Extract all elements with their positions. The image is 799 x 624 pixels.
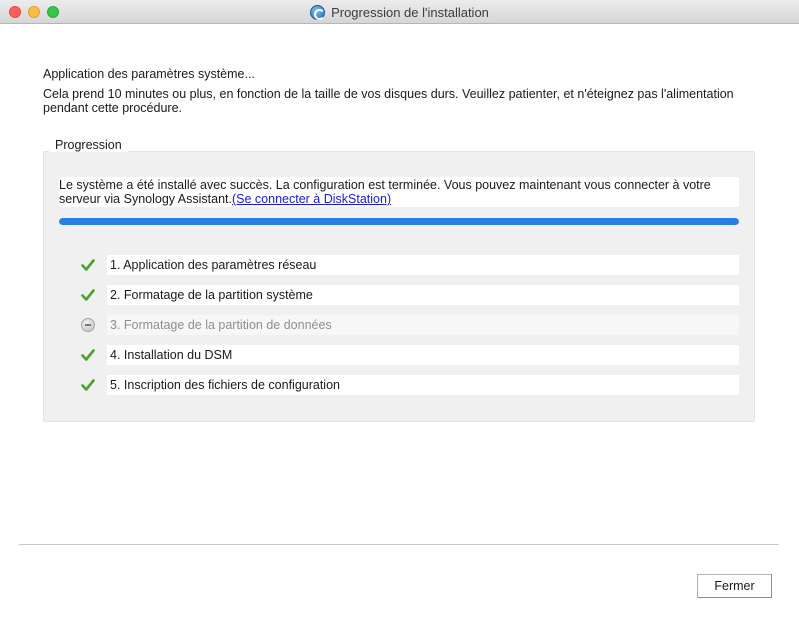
progress-bar (59, 218, 739, 225)
close-button[interactable]: Fermer (697, 574, 772, 598)
step-item: 4. Installation du DSM (79, 345, 739, 365)
progress-bar-fill (59, 218, 739, 225)
progress-group-label: Progression (49, 138, 128, 152)
status-description: Cela prend 10 minutes ou plus, en foncti… (43, 87, 734, 115)
window-title: Progression de l'installation (331, 4, 489, 20)
window-title-group: Progression de l'installation (0, 0, 799, 24)
check-icon (81, 349, 95, 361)
success-message: Le système a été installé avec succès. L… (59, 177, 739, 207)
step-label: 1. Application des paramètres réseau (107, 255, 739, 275)
skip-icon (81, 318, 95, 332)
title-bar: Progression de l'installation (0, 0, 799, 24)
step-item: 3. Formatage de la partition de données (79, 315, 739, 335)
check-icon (81, 259, 95, 271)
connect-diskstation-link[interactable]: (Se connecter à DiskStation) (232, 192, 391, 206)
synology-assistant-icon (310, 4, 326, 20)
step-item: 5. Inscription des fichiers de configura… (79, 375, 739, 395)
step-item: 1. Application des paramètres réseau (79, 255, 739, 275)
step-item: 2. Formatage de la partition système (79, 285, 739, 305)
footer-separator (19, 544, 779, 545)
check-icon (81, 379, 95, 391)
check-icon (81, 289, 95, 301)
step-label: 4. Installation du DSM (107, 345, 739, 365)
step-label: 2. Formatage de la partition système (107, 285, 739, 305)
status-title: Application des paramètres système... (43, 67, 255, 81)
step-label: 3. Formatage de la partition de données (107, 315, 739, 335)
step-label: 5. Inscription des fichiers de configura… (107, 375, 739, 395)
